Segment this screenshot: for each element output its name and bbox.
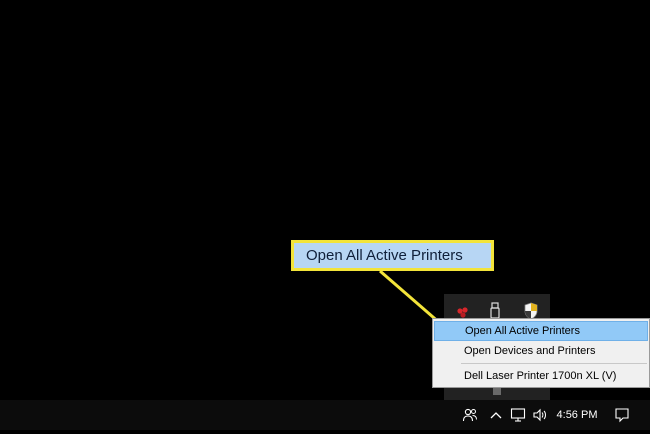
- action-center-icon[interactable]: [612, 400, 632, 430]
- menu-item-dell-laser-printer[interactable]: Dell Laser Printer 1700n XL (V): [434, 366, 648, 386]
- menu-item-label: Open Devices and Printers: [464, 345, 596, 357]
- menu-item-open-devices-and-printers[interactable]: Open Devices and Printers: [434, 341, 648, 361]
- people-icon[interactable]: [460, 400, 480, 430]
- printer-context-menu: Open All Active Printers Open Devices an…: [432, 318, 650, 388]
- menu-item-label: Open All Active Printers: [465, 325, 580, 337]
- menu-separator: [461, 363, 647, 364]
- network-icon[interactable]: [508, 400, 528, 430]
- menu-item-label: Dell Laser Printer 1700n XL (V): [464, 370, 617, 382]
- callout-label: Open All Active Printers: [291, 240, 494, 271]
- taskbar-clock[interactable]: 4:56 PM: [552, 400, 602, 430]
- callout-text: Open All Active Printers: [306, 247, 463, 264]
- volume-icon[interactable]: [530, 400, 550, 430]
- menu-item-open-all-active-printers[interactable]: Open All Active Printers: [434, 321, 648, 341]
- chevron-up-icon[interactable]: [488, 400, 504, 430]
- taskbar: 4:56 PM: [0, 400, 650, 430]
